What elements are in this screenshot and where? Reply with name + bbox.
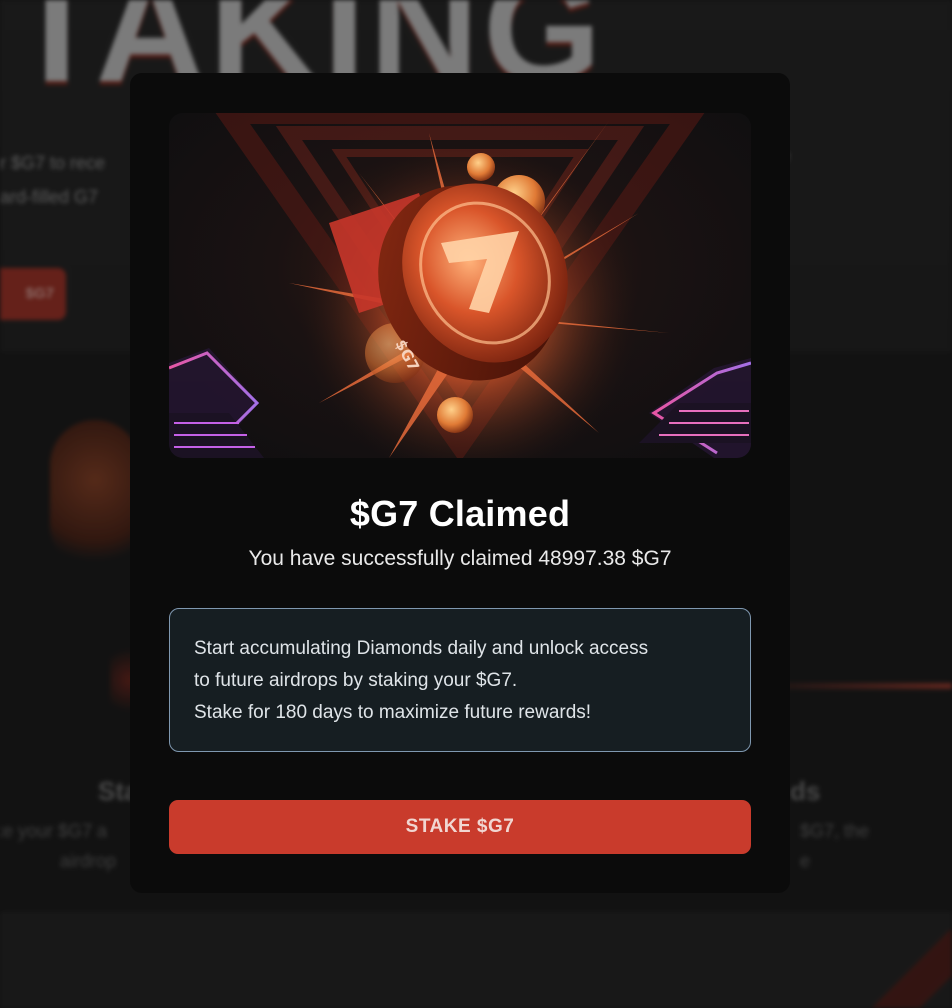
staking-info-box: Start accumulating Diamonds daily and un…: [169, 608, 751, 752]
info-text-line: to future airdrops by staking your $G7.: [194, 670, 518, 691]
info-text-line: Stake for 180 days to maximize future re…: [194, 702, 592, 723]
modal-title: $G7 Claimed: [349, 493, 571, 534]
claim-success-modal: $G7 $G7 Claimed You have successfully cl…: [130, 73, 790, 893]
coin-illustration: $G7: [169, 113, 751, 458]
stake-button[interactable]: STAKE $G7: [169, 800, 751, 854]
modal-subtitle: You have successfully claimed 48997.38 $…: [248, 547, 672, 570]
coin-illustration-svg: $G7: [169, 113, 751, 458]
info-text-line: Start accumulating Diamonds daily and un…: [194, 638, 649, 659]
